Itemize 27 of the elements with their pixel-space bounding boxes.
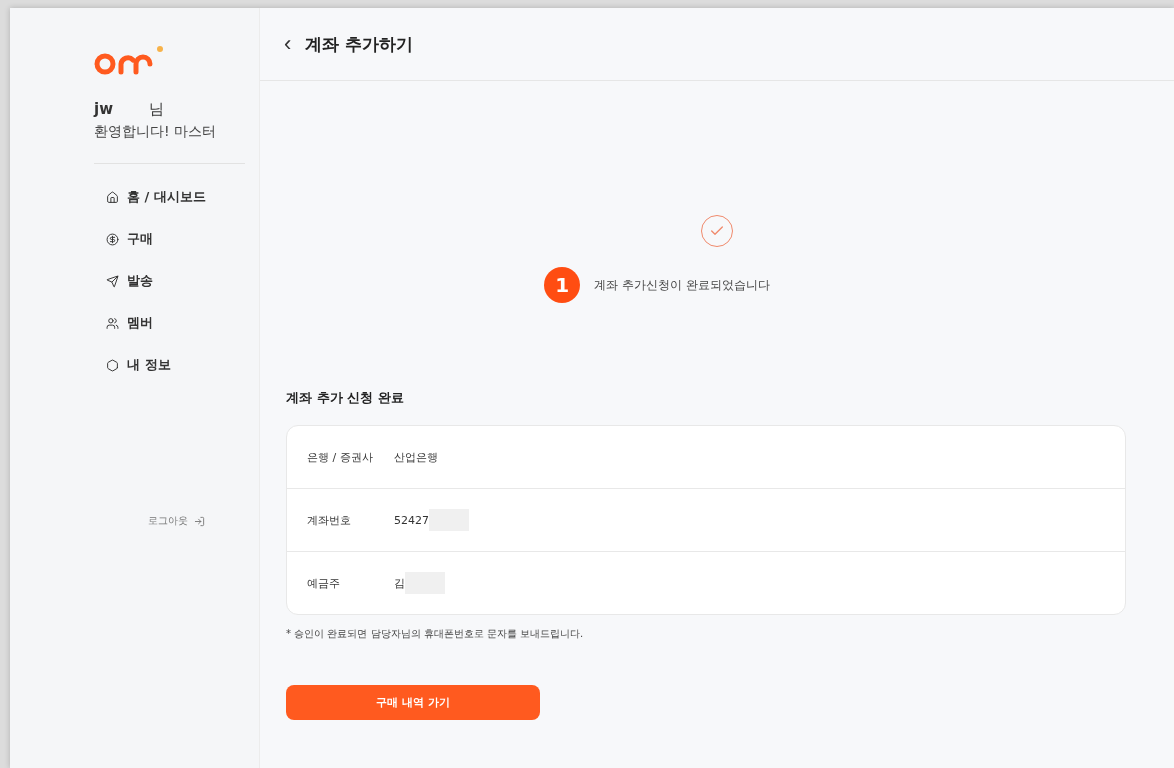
hexagon-icon [106,358,119,372]
nav-item[interactable]: 홈 / 대시보드 [106,188,259,206]
logout-icon [194,515,205,527]
field-label: 계좌번호 [307,512,352,528]
nav-item[interactable]: 발송 [106,272,259,290]
number-badge: 1 [544,267,581,303]
greeting: 환영합니다! 마스터 [94,123,218,141]
notice-text: * 승인이 완료되면 담당자님의 휴대폰번호로 문자를 보내드립니다. [286,627,585,641]
nav-item[interactable]: 내 정보 [106,356,259,374]
users-icon [106,316,119,330]
status-message: 계좌 추가신청이 완료되었습니다 [594,276,770,294]
field-value: 52427 [394,513,429,527]
home-icon [106,190,119,204]
nav-item[interactable]: 멤버 [106,314,259,332]
nav-item[interactable]: 구매 [106,230,259,248]
field-value: 산업은행 [394,449,438,465]
field-value: 김 [394,575,405,591]
page-title: 계좌 추가하기 [305,32,414,56]
send-icon [106,274,119,288]
honorific: 님 [149,100,164,119]
logout-link[interactable]: 로그아웃 [148,514,259,528]
field-label: 예금주 [307,575,341,591]
coin-icon [106,232,119,246]
field-label: 은행 / 증권사 [307,449,374,465]
back-button[interactable]: ‹ [284,31,292,57]
section-title: 계좌 추가 신청 완료 [286,389,405,407]
user-name: jw [94,100,113,119]
